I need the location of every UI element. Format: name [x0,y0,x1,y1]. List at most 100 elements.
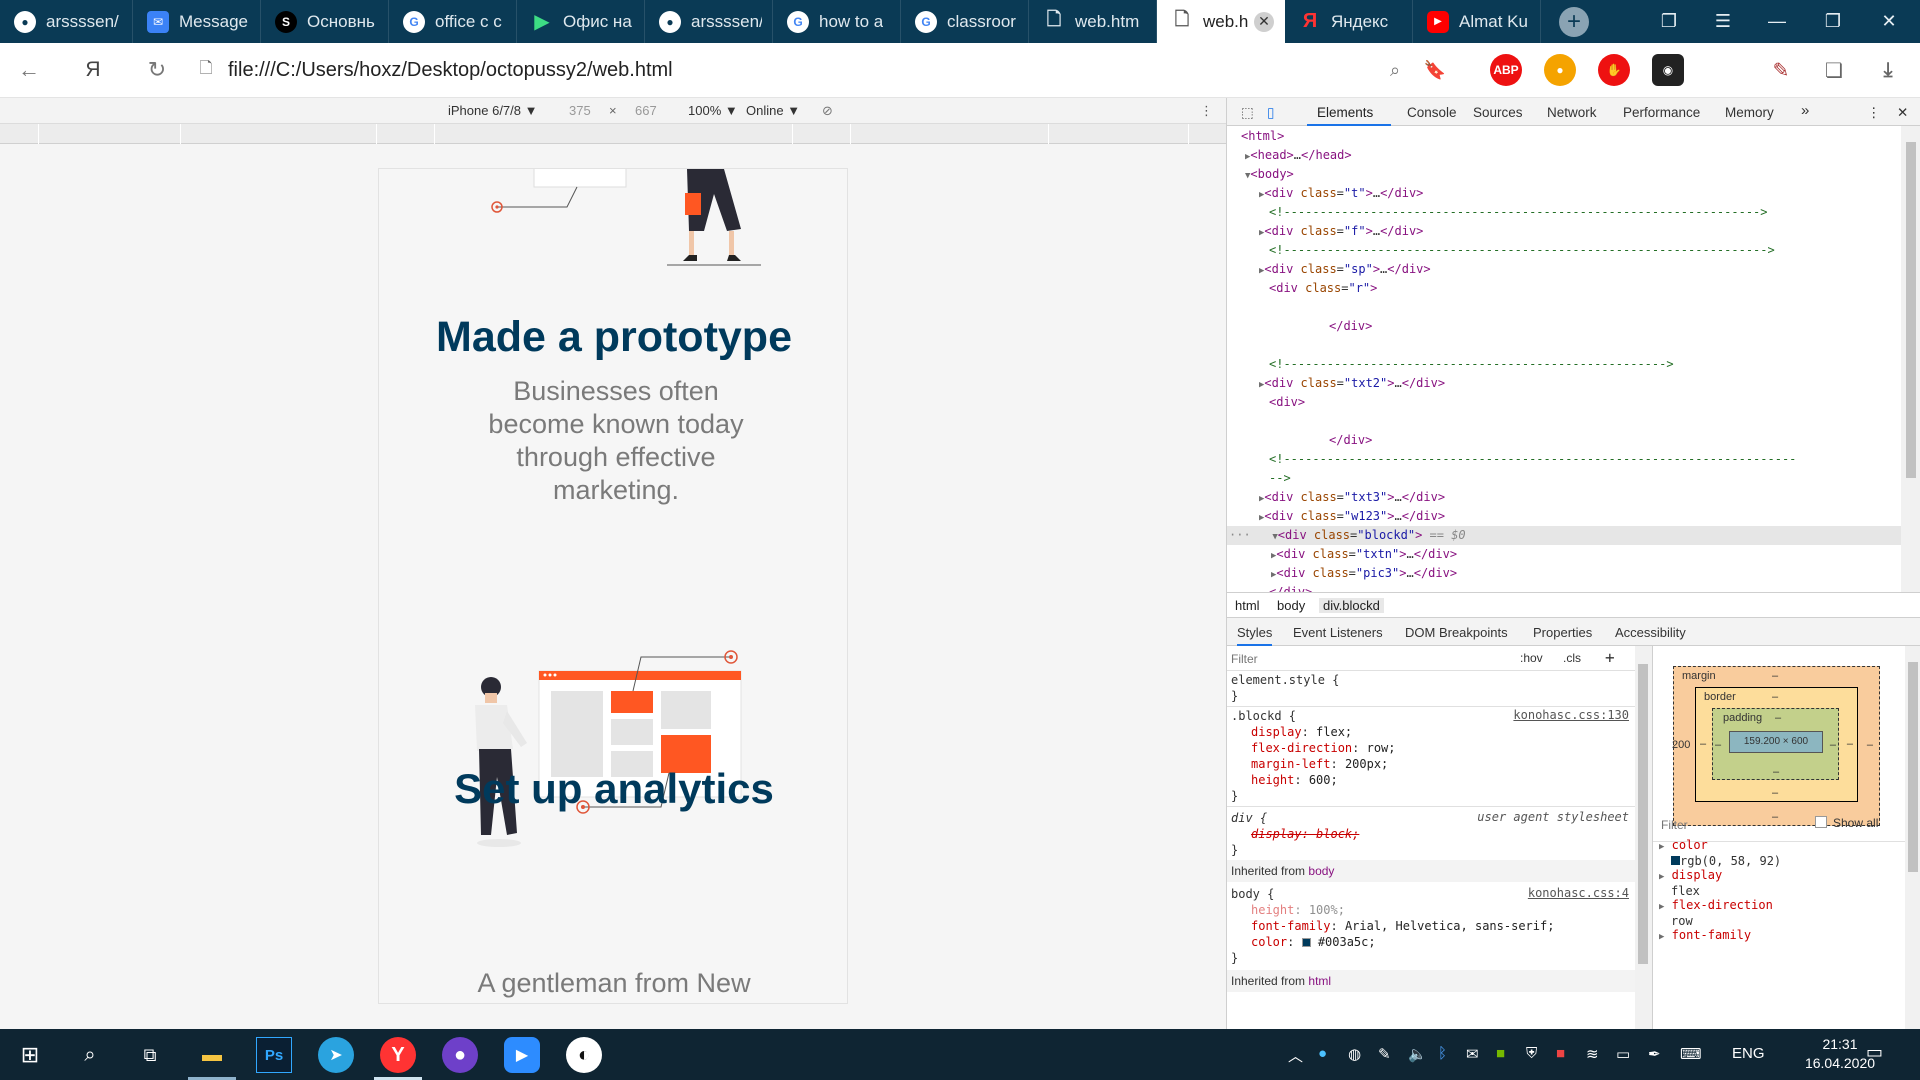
dom-line[interactable]: <!--------------------------------------… [1227,203,1901,222]
dom-line[interactable]: ▶<head>…</head> [1227,146,1901,165]
extension-pen-icon[interactable]: ✎ [1765,54,1797,86]
blockd-selector[interactable]: .blockd { [1231,708,1296,724]
styles-filter-input[interactable] [1231,650,1511,668]
dom-line[interactable]: <div class="r"> [1227,279,1901,298]
search-icon[interactable]: ⌕ [1374,49,1416,91]
tab-elements[interactable]: Elements [1317,105,1373,120]
dom-tree[interactable]: <html> ▶<head>…</head> ▼<body> ▶<div cla… [1227,126,1901,592]
tray-overflow-icon[interactable]: ︿ [1288,1045,1303,1066]
color-swatch[interactable] [1301,938,1311,947]
more-tabs-icon[interactable]: » [1801,102,1809,119]
dom-line[interactable]: <div> [1227,393,1901,412]
computed-filter-input[interactable] [1661,816,1791,834]
tab-google-office[interactable]: G office c c [389,0,517,43]
css-declaration[interactable]: font-family: Arial, Helvetica, sans-seri… [1251,918,1554,934]
bookmark-icon[interactable]: 🔖 [1414,49,1456,91]
media-query-bar[interactable] [0,124,1226,144]
tab-web-h-active[interactable]: 🗋 web.h ✕ [1157,0,1285,43]
tab-youtube[interactable]: ▶ Almat Ku [1413,0,1541,43]
extension-icon[interactable]: ● [1544,54,1576,86]
styles-scrollbar[interactable] [1635,646,1652,1029]
extension-hand-icon[interactable]: ✋ [1598,54,1630,86]
computed-prop[interactable]: ▶ font-family [1659,928,1781,944]
tab-sources[interactable]: Sources [1473,105,1523,120]
language-indicator[interactable]: ENG [1732,1045,1765,1062]
subtab-accessibility[interactable]: Accessibility [1615,625,1686,640]
steam-icon[interactable]: ◐ [566,1037,602,1073]
subtab-properties[interactable]: Properties [1533,625,1592,640]
device-select[interactable]: iPhone 6/7/8 ▼ [448,103,538,118]
dom-line[interactable]: ▶<div class="f">…</div> [1227,222,1901,241]
yandex-browser-icon[interactable]: Y [380,1037,416,1073]
collections-icon[interactable]: ❏ [1818,54,1850,86]
network-select[interactable]: Online ▼ [746,103,800,118]
reload-button[interactable]: ↻ [136,49,178,91]
box-border[interactable]: border – – – – padding – – – – 159.200 ×… [1695,687,1858,802]
viewport-width[interactable]: 375 [569,103,591,118]
tab-google-classroom[interactable]: G classroor [901,0,1029,43]
dom-line[interactable]: --> [1227,469,1901,488]
box-margin[interactable]: margin – 200 – – border – – – – padding … [1672,666,1880,826]
tab-web-htm[interactable]: 🗋 web.htm [1029,0,1157,43]
pen-tray-icon[interactable]: ✎ [1378,1045,1391,1063]
dom-scrollbar[interactable] [1901,126,1920,592]
dom-line[interactable]: ▶<div class="txtn">…</div> [1227,545,1901,564]
css-declaration[interactable]: height: 600; [1251,772,1338,788]
dom-line-selected[interactable]: ··· ▼<div class="blockd"> == $0 [1227,526,1901,545]
computed-prop[interactable]: ▶ flex-direction [1659,898,1781,914]
search-icon[interactable]: ⌕ [72,1037,108,1073]
security-icon[interactable]: ⛨ [1526,1045,1537,1062]
bluetooth-icon[interactable]: ᛒ [1438,1045,1447,1062]
viewport-height[interactable]: 667 [635,103,657,118]
keyboard-icon[interactable]: ⌨ [1680,1045,1702,1063]
devtools-close-icon[interactable]: ✕ [1897,105,1908,121]
telegram-icon[interactable]: ➤ [318,1037,354,1073]
download-icon[interactable]: ⤓ [1872,54,1904,86]
device-toggle-icon[interactable]: ▯ [1267,105,1274,121]
computed-prop[interactable]: ▶ color [1659,838,1781,854]
minimize-icon[interactable]: — [1754,0,1800,43]
wifi-icon[interactable]: ≋ [1586,1045,1599,1063]
extension-dark-icon[interactable]: ◉ [1652,54,1684,86]
extension-tray-icon[interactable]: ■ [1556,1045,1565,1062]
css-declaration[interactable]: margin-left: 200px; [1251,756,1388,772]
new-tab-button[interactable]: + [1559,6,1589,37]
network-tray-icon[interactable]: ◍ [1348,1045,1361,1063]
dom-line[interactable]: </div> [1227,583,1901,592]
rotate-icon[interactable]: ⊘ [822,103,833,119]
hov-toggle[interactable]: :hov [1520,651,1543,665]
dom-line[interactable]: <html> [1227,127,1901,146]
zoom-tray-icon[interactable]: ● [1318,1045,1327,1062]
body-selector[interactable]: body { [1231,886,1274,902]
box-content[interactable]: 159.200 × 600 [1729,731,1823,753]
notifications-icon[interactable]: ▭ [1866,1042,1883,1063]
dom-line[interactable]: ▶<div class="pic3">…</div> [1227,564,1901,583]
tab-osnovnye[interactable]: S Основнь [261,0,389,43]
dom-line[interactable]: </div> [1227,431,1901,450]
zoom-select[interactable]: 100% ▼ [688,103,738,118]
computed-scrollbar[interactable] [1905,646,1920,1029]
tab-network[interactable]: Network [1547,105,1597,120]
dom-line[interactable]: <!--------------------------------------… [1227,241,1901,260]
tabs-panel-icon[interactable]: ❐ [1646,0,1692,43]
pen-workspace-icon[interactable]: ✒ [1648,1045,1661,1063]
element-style-selector[interactable]: element.style { [1231,672,1339,688]
subtab-dom-breakpoints[interactable]: DOM Breakpoints [1405,625,1508,640]
show-all-checkbox[interactable] [1815,816,1827,828]
crumb-body[interactable]: body [1277,598,1305,613]
new-rule-button[interactable]: + [1605,648,1615,667]
crumb-div-blockd[interactable]: div.blockd [1319,598,1384,613]
css-declaration[interactable]: flex-direction: row; [1251,740,1396,756]
inspect-element-icon[interactable]: ⬚ [1241,105,1254,121]
back-button[interactable]: ← [8,49,50,91]
zoom-icon[interactable]: ▶ [504,1037,540,1073]
nvidia-icon[interactable]: ■ [1496,1045,1505,1062]
dom-line[interactable]: ▶<div class="txt2">…</div> [1227,374,1901,393]
blockd-source-link[interactable]: konohasc.css:130 [1513,708,1629,722]
tab-performance[interactable]: Performance [1623,105,1700,120]
task-view-icon[interactable]: ⧉ [132,1037,168,1073]
dom-line[interactable]: <!--------------------------------------… [1227,450,1901,469]
github-desktop-icon[interactable]: ● [442,1037,478,1073]
file-explorer-icon[interactable]: ▬ [194,1037,230,1073]
tab-console[interactable]: Console [1407,105,1457,120]
